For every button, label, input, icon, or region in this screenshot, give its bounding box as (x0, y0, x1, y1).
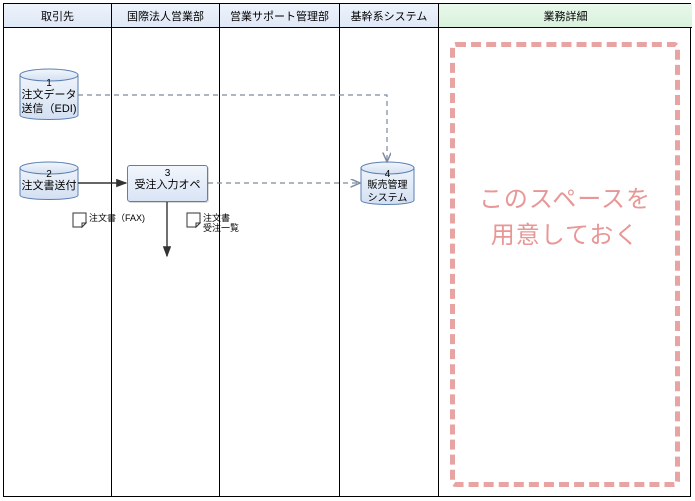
lane-header-kokusai: 国際法人営業部 (112, 4, 220, 28)
node-2-text: 2 注文書送付 (20, 169, 78, 194)
diagram-canvas: 取引先国際法人営業部営業サポート管理部基幹系システム業務詳細 (0, 0, 695, 501)
note-list: 注文書受注一覧 (201, 214, 239, 234)
annotation-text: このスペースを 用意しておく (479, 182, 651, 254)
note-fax: 注文書（FAX) (87, 214, 145, 224)
node-2-num: 2 (46, 169, 52, 180)
annotation-line1: このスペースを (479, 186, 651, 213)
node-3-num: 3 (165, 168, 171, 179)
node-4-text: 4 販売管理システム (361, 169, 414, 205)
note-fax-text: 注文書（FAX) (89, 214, 145, 224)
node-1-label: 注文データ送信（EDI) (22, 89, 77, 117)
node-3-label: 受注入力オペ (135, 179, 201, 193)
lane-body-kikan (340, 28, 439, 496)
lane-header-support: 営業サポート管理部 (220, 4, 340, 28)
node-4-num: 4 (385, 169, 391, 180)
node-3-process: 3 受注入力オペ (127, 165, 208, 202)
node-1-text: 1 注文データ送信（EDI) (20, 78, 78, 117)
lane-body-support (220, 28, 340, 496)
lane-header-kikan: 基幹系システム (340, 4, 439, 28)
node-2-label: 注文書送付 (22, 180, 77, 194)
node-1-num: 1 (46, 78, 52, 89)
lane-header-detail: 業務詳細 (439, 4, 692, 28)
lane-header-torihikisaki: 取引先 (4, 4, 112, 28)
node-4-label: 販売管理システム (368, 180, 408, 205)
lane-body-kokusai (112, 28, 220, 496)
detail-reserved-space: このスペースを 用意しておく (450, 42, 680, 487)
annotation-line2: 用意しておく (491, 222, 640, 249)
note-list-text: 注文書受注一覧 (203, 214, 239, 234)
